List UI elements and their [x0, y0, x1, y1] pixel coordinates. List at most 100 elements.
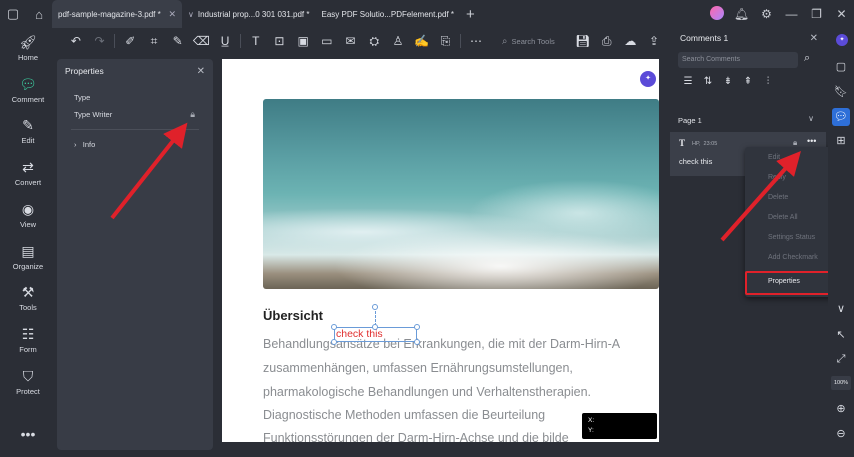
zoom-level[interactable]: 100%	[831, 376, 851, 390]
convert-icon: ⇄	[22, 159, 34, 175]
nav-label: View	[19, 220, 37, 229]
nav-label: Form	[19, 345, 37, 354]
bell-icon[interactable]: 🔔︎	[729, 7, 754, 21]
info-section-toggle[interactable]: › Info	[74, 140, 95, 149]
callout-icon[interactable]: ▣	[291, 34, 315, 48]
ai-icon[interactable]: ✦	[836, 34, 848, 46]
resize-handle[interactable]	[331, 339, 337, 345]
shape-icon[interactable]: ▭	[315, 34, 339, 48]
stamp-tool-icon[interactable]: ♙	[386, 34, 410, 48]
nav-label: Tools	[19, 303, 37, 312]
nav-home[interactable]: 🚀︎ Home	[0, 34, 56, 62]
minimize-icon[interactable]: —	[779, 7, 804, 21]
close-window-icon[interactable]: ✕	[829, 7, 854, 21]
comments-panel-icon[interactable]: 💬︎	[832, 108, 850, 126]
tab-document-3[interactable]: Easy PDF Solutio...PDFelement.pdf *	[316, 0, 461, 28]
list-icon[interactable]: ☰	[678, 76, 698, 87]
resize-handle[interactable]	[331, 324, 337, 330]
pencil-icon[interactable]: ✎	[166, 34, 190, 48]
bookmark-icon[interactable]: 🔖︎	[832, 83, 850, 101]
coord-x: X:	[588, 417, 595, 424]
new-tab-icon[interactable]: +	[466, 6, 475, 23]
gear-icon[interactable]: ⚙	[754, 7, 779, 21]
info-label: Info	[82, 140, 96, 149]
nav-organize[interactable]: ▤ Organize	[0, 243, 56, 271]
collapse-icon[interactable]: ⇟	[718, 76, 738, 87]
select-cursor-icon[interactable]: ↖	[832, 326, 850, 344]
textbox-icon[interactable]: ⊡	[268, 34, 292, 48]
search-tools-input[interactable]: ⌕ Search Tools	[502, 36, 571, 47]
nav-form[interactable]: ☷ Form	[0, 326, 56, 354]
search-comments-input[interactable]: Search Comments	[678, 52, 798, 68]
undo-icon[interactable]: ↶	[64, 34, 88, 48]
right-rail: ✦ ▢ 🔖︎ 💬︎ ⊞ ∨ ↖ ⤢ 100% ⊕ ⊖	[828, 28, 854, 457]
nav-tools[interactable]: ⚒ Tools	[0, 284, 56, 312]
ai-assistant-icon[interactable]: ✦	[640, 71, 656, 87]
thumbnails-icon[interactable]: ▢	[832, 58, 850, 76]
area-highlight-icon[interactable]: ⌗	[142, 34, 166, 49]
nav-convert[interactable]: ⇄ Convert	[0, 159, 56, 187]
attachments-icon[interactable]: ⊞	[832, 132, 850, 150]
more-tools-icon[interactable]: ⋯	[464, 34, 488, 48]
highlight-icon[interactable]: ✐	[118, 34, 142, 48]
note-icon[interactable]: ✉	[339, 34, 363, 48]
toolbox-icon: ⚒	[21, 284, 35, 300]
toolbar-divider	[239, 34, 241, 48]
edit-icon: ✎	[22, 117, 34, 133]
menu-item-delete: Delete	[768, 194, 789, 201]
comment-meta: HP, 23:05	[692, 141, 718, 147]
signature-icon[interactable]: ✍	[410, 34, 434, 48]
wave-image	[263, 99, 659, 289]
attachment-icon[interactable]: ⎘	[434, 34, 458, 49]
type-value: Type Writer	[74, 110, 113, 119]
chevron-down-icon[interactable]: ∨	[832, 300, 850, 318]
resize-handle[interactable]	[414, 339, 420, 345]
lock-icon[interactable]: 🔒︎	[190, 109, 195, 120]
eraser-icon[interactable]: ⌫	[190, 34, 214, 48]
tab-document-2[interactable]: ∨ Industrial prop...0 301 031.pdf *	[182, 0, 316, 28]
window-menu-icon[interactable]: ▢	[0, 0, 26, 28]
chevron-down-icon[interactable]: ∨	[808, 114, 814, 123]
menu-item-reply: Reply	[768, 174, 786, 181]
filter-icon[interactable]: ⫶	[758, 76, 778, 87]
doc-line: zusammenhängen, umfassen Ernährungsumste…	[263, 361, 573, 375]
home-icon[interactable]: ⌂	[26, 0, 52, 28]
sort-icon[interactable]: ⇅	[698, 76, 718, 87]
rotate-handle[interactable]	[372, 304, 378, 310]
print-icon[interactable]: ⎙	[595, 34, 619, 49]
restore-icon[interactable]: ❐	[804, 7, 829, 21]
fit-page-icon[interactable]: ⤢	[832, 350, 850, 368]
resize-handle[interactable]	[372, 324, 378, 330]
page-group-label[interactable]: Page 1	[678, 116, 702, 125]
comment-icon: 💬︎	[19, 76, 37, 92]
stamp-icon[interactable]: ⛭	[362, 34, 386, 49]
organize-icon: ▤	[21, 243, 35, 259]
nav-comment[interactable]: 💬︎ Comment	[0, 76, 56, 104]
close-comments-icon[interactable]: ✕	[810, 33, 818, 44]
typewriter-icon: T	[679, 138, 686, 148]
nav-protect[interactable]: ⛉ Protect	[0, 368, 56, 396]
zoom-in-icon[interactable]: ⊕	[832, 400, 850, 418]
search-icon[interactable]: ⌕	[804, 52, 810, 65]
avatar[interactable]	[704, 5, 729, 23]
underline-icon[interactable]: U̲	[213, 34, 237, 48]
more-icon[interactable]: •••	[0, 426, 56, 442]
nav-edit[interactable]: ✎ Edit	[0, 117, 56, 145]
tab-label: Industrial prop...0 301 031.pdf *	[197, 9, 310, 19]
close-tab-icon[interactable]: ✕	[168, 9, 176, 20]
more-options-icon[interactable]: •••	[807, 136, 816, 146]
pdf-page: ✦ Übersicht Behandlungsansätze bei Erkra…	[222, 59, 659, 442]
tab-document-1[interactable]: pdf-sample-magazine-3.pdf * ✕	[52, 0, 182, 28]
nav-view[interactable]: ◉ View	[0, 201, 56, 229]
resize-handle[interactable]	[414, 324, 420, 330]
expand-icon[interactable]: ⇞	[738, 76, 758, 87]
zoom-out-icon[interactable]: ⊖	[832, 425, 850, 443]
title-bar: ▢ ⌂ pdf-sample-magazine-3.pdf * ✕ ∨ Indu…	[0, 0, 854, 28]
save-icon[interactable]: 💾︎	[571, 34, 595, 48]
upload-icon[interactable]: ☁	[618, 34, 642, 48]
comments-toolbar: ☰ ⇅ ⇟ ⇞ ⫶	[678, 76, 778, 87]
share-icon[interactable]: ⇪	[642, 34, 666, 48]
redo-icon[interactable]: ↷	[88, 34, 112, 48]
typewriter-icon[interactable]: T	[244, 34, 268, 48]
close-properties-icon[interactable]: ✕	[197, 66, 205, 77]
